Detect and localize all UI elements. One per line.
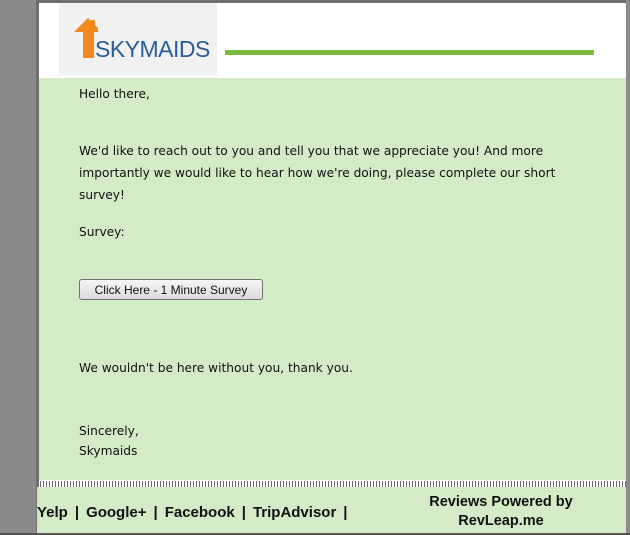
signature-text: Skymaids <box>79 444 138 458</box>
yelp-link[interactable]: Yelp <box>37 504 68 521</box>
right-border <box>626 0 630 535</box>
message-paragraph: We'd like to reach out to you and tell y… <box>79 144 556 202</box>
powered-by-text: Reviews Powered by RevLeap.me <box>411 493 591 531</box>
closing-text: Sincerely, <box>79 424 139 438</box>
thanks-text: We wouldn't be here without you, thank y… <box>79 361 353 375</box>
email-body: Hello there, We'd like to reach out to y… <box>39 78 626 478</box>
email-footer: Yelp | Google+ | Facebook | TripAdvisor | Revie… <box>37 487 626 533</box>
header-accent-line <box>225 50 594 55</box>
left-sidebar-bar <box>0 0 36 535</box>
facebook-link[interactable]: Facebook <box>165 504 235 521</box>
link-separator: | <box>241 504 246 521</box>
powered-by-line2[interactable]: RevLeap.me <box>411 512 591 531</box>
link-separator: | <box>343 504 348 521</box>
email-header: SKYMAIDS <box>39 3 626 78</box>
review-links: Yelp | Google+ | Facebook | TripAdvisor | <box>37 504 355 521</box>
link-separator: | <box>153 504 158 521</box>
footer-top-strip <box>39 478 626 480</box>
survey-button[interactable]: Click Here - 1 Minute Survey <box>79 279 263 300</box>
tripadvisor-link[interactable]: TripAdvisor <box>253 504 336 521</box>
greeting-text: Hello there, <box>79 87 150 101</box>
powered-by-line1: Reviews Powered by <box>429 494 573 510</box>
logo-text: SKYMAIDS <box>95 36 210 62</box>
skymaids-logo: SKYMAIDS <box>59 3 217 75</box>
survey-label: Survey: <box>79 225 125 239</box>
google-plus-link[interactable]: Google+ <box>86 504 146 521</box>
link-separator: | <box>74 504 80 521</box>
